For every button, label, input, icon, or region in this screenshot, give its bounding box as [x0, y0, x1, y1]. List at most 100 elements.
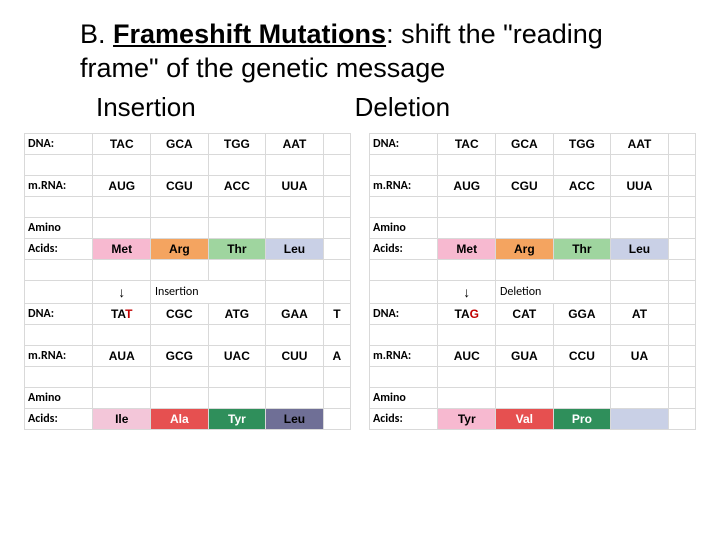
- codon: ACC: [208, 175, 266, 196]
- amino-acid: Ala: [151, 408, 209, 429]
- deletion-panel: DNA: TAC GCA TGG AAT m.RNA: AUG CGU ACC …: [369, 133, 696, 430]
- table-row: ↓ Insertion: [25, 280, 351, 303]
- codon: AUA: [93, 345, 151, 366]
- codon: UUA: [611, 175, 669, 196]
- row-label: m.RNA:: [370, 345, 438, 366]
- table-row: Acids: Met Arg Thr Leu: [370, 238, 696, 259]
- amino-acid: Tyr: [208, 408, 266, 429]
- subtitle-insertion: Insertion: [96, 92, 196, 122]
- subtitles: Insertion Deletion: [96, 92, 698, 123]
- table-row: m.RNA: AUG CGU ACC UUA: [370, 175, 696, 196]
- table-row: [25, 366, 351, 387]
- slide: B. Frameshift Mutations: shift the "read…: [0, 0, 720, 448]
- table-row: Acids: Ile Ala Tyr Leu: [25, 408, 351, 429]
- row-label: Acids:: [25, 238, 93, 259]
- row-label: Amino: [25, 387, 93, 408]
- table-row: DNA: TAT CGC ATG GAA T: [25, 303, 351, 324]
- codon: AAT: [611, 133, 669, 154]
- table-row: DNA: TAG CAT GGA AT: [370, 303, 696, 324]
- table-row: Amino: [25, 387, 351, 408]
- table-row: [370, 196, 696, 217]
- row-label: DNA:: [25, 133, 93, 154]
- codon: T: [323, 303, 350, 324]
- arrow-down-icon: ↓: [438, 280, 496, 303]
- title-term: Frameshift Mutations: [113, 19, 386, 49]
- amino-acid: Met: [93, 238, 151, 259]
- codon: GCA: [151, 133, 209, 154]
- table-row: Acids: Met Arg Thr Leu: [25, 238, 351, 259]
- codon: AUG: [93, 175, 151, 196]
- codon: ACC: [553, 175, 611, 196]
- table-row: ↓ Deletion: [370, 280, 696, 303]
- amino-acid: Leu: [266, 408, 324, 429]
- amino-acid: Val: [496, 408, 554, 429]
- codon: TAC: [93, 133, 151, 154]
- mutant-base: G: [470, 307, 479, 321]
- table-row: Amino: [370, 217, 696, 238]
- amino-acid: [611, 408, 669, 429]
- mutation-label: Insertion: [151, 280, 266, 303]
- codon: UA: [611, 345, 669, 366]
- codon-mutated: TAG: [438, 303, 496, 324]
- amino-acid: Met: [438, 238, 496, 259]
- codon: GCA: [496, 133, 554, 154]
- cell: [668, 133, 695, 154]
- subtitle-deletion: Deletion: [355, 92, 450, 122]
- codon: CGC: [151, 303, 209, 324]
- row-label: Amino: [370, 387, 438, 408]
- row-label: Acids:: [370, 408, 438, 429]
- table-row: [370, 366, 696, 387]
- amino-acid: Thr: [553, 238, 611, 259]
- codon: UAC: [208, 345, 266, 366]
- codon: TGG: [208, 133, 266, 154]
- cell: [323, 133, 350, 154]
- table-row: Acids: Tyr Val Pro: [370, 408, 696, 429]
- codon: ATG: [208, 303, 266, 324]
- table-row: [25, 154, 351, 175]
- table-row: Amino: [370, 387, 696, 408]
- table-row: [25, 196, 351, 217]
- codon: CGU: [496, 175, 554, 196]
- row-label: Acids:: [25, 408, 93, 429]
- amino-acid: Arg: [151, 238, 209, 259]
- table-row: DNA: TAC GCA TGG AAT: [370, 133, 696, 154]
- amino-acid: Ile: [93, 408, 151, 429]
- codon: CAT: [496, 303, 554, 324]
- codon: GAA: [266, 303, 324, 324]
- mutation-label: Deletion: [496, 280, 611, 303]
- codon: GUA: [496, 345, 554, 366]
- arrow-down-icon: ↓: [93, 280, 151, 303]
- codon: UUA: [266, 175, 324, 196]
- row-label: m.RNA:: [25, 345, 93, 366]
- codon: CUU: [266, 345, 324, 366]
- table-row: m.RNA: AUA GCG UAC CUU A: [25, 345, 351, 366]
- table-row: [370, 324, 696, 345]
- insertion-panel: DNA: TAC GCA TGG AAT m.RNA: AUG CGU ACC …: [24, 133, 351, 430]
- codon: AUC: [438, 345, 496, 366]
- table-row: DNA: TAC GCA TGG AAT: [25, 133, 351, 154]
- codon: TGG: [553, 133, 611, 154]
- deletion-table: DNA: TAC GCA TGG AAT m.RNA: AUG CGU ACC …: [369, 133, 696, 430]
- table-row: [370, 154, 696, 175]
- amino-acid: Pro: [553, 408, 611, 429]
- codon: CGU: [151, 175, 209, 196]
- codon: AT: [611, 303, 669, 324]
- amino-acid: Leu: [266, 238, 324, 259]
- amino-acid: Tyr: [438, 408, 496, 429]
- codon: GGA: [553, 303, 611, 324]
- table-row: [370, 259, 696, 280]
- table-row: [25, 259, 351, 280]
- table-row: [25, 324, 351, 345]
- row-label: DNA:: [25, 303, 93, 324]
- table-row: m.RNA: AUC GUA CCU UA: [370, 345, 696, 366]
- table-row: m.RNA: AUG CGU ACC UUA: [25, 175, 351, 196]
- title-label: B.: [80, 19, 106, 49]
- panels: DNA: TAC GCA TGG AAT m.RNA: AUG CGU ACC …: [22, 133, 698, 430]
- row-label: Amino: [25, 217, 93, 238]
- section-title: B. Frameshift Mutations: shift the "read…: [80, 18, 680, 86]
- amino-acid: Arg: [496, 238, 554, 259]
- insertion-table: DNA: TAC GCA TGG AAT m.RNA: AUG CGU ACC …: [24, 133, 351, 430]
- codon: AUG: [438, 175, 496, 196]
- row-label: Amino: [370, 217, 438, 238]
- amino-acid: Thr: [208, 238, 266, 259]
